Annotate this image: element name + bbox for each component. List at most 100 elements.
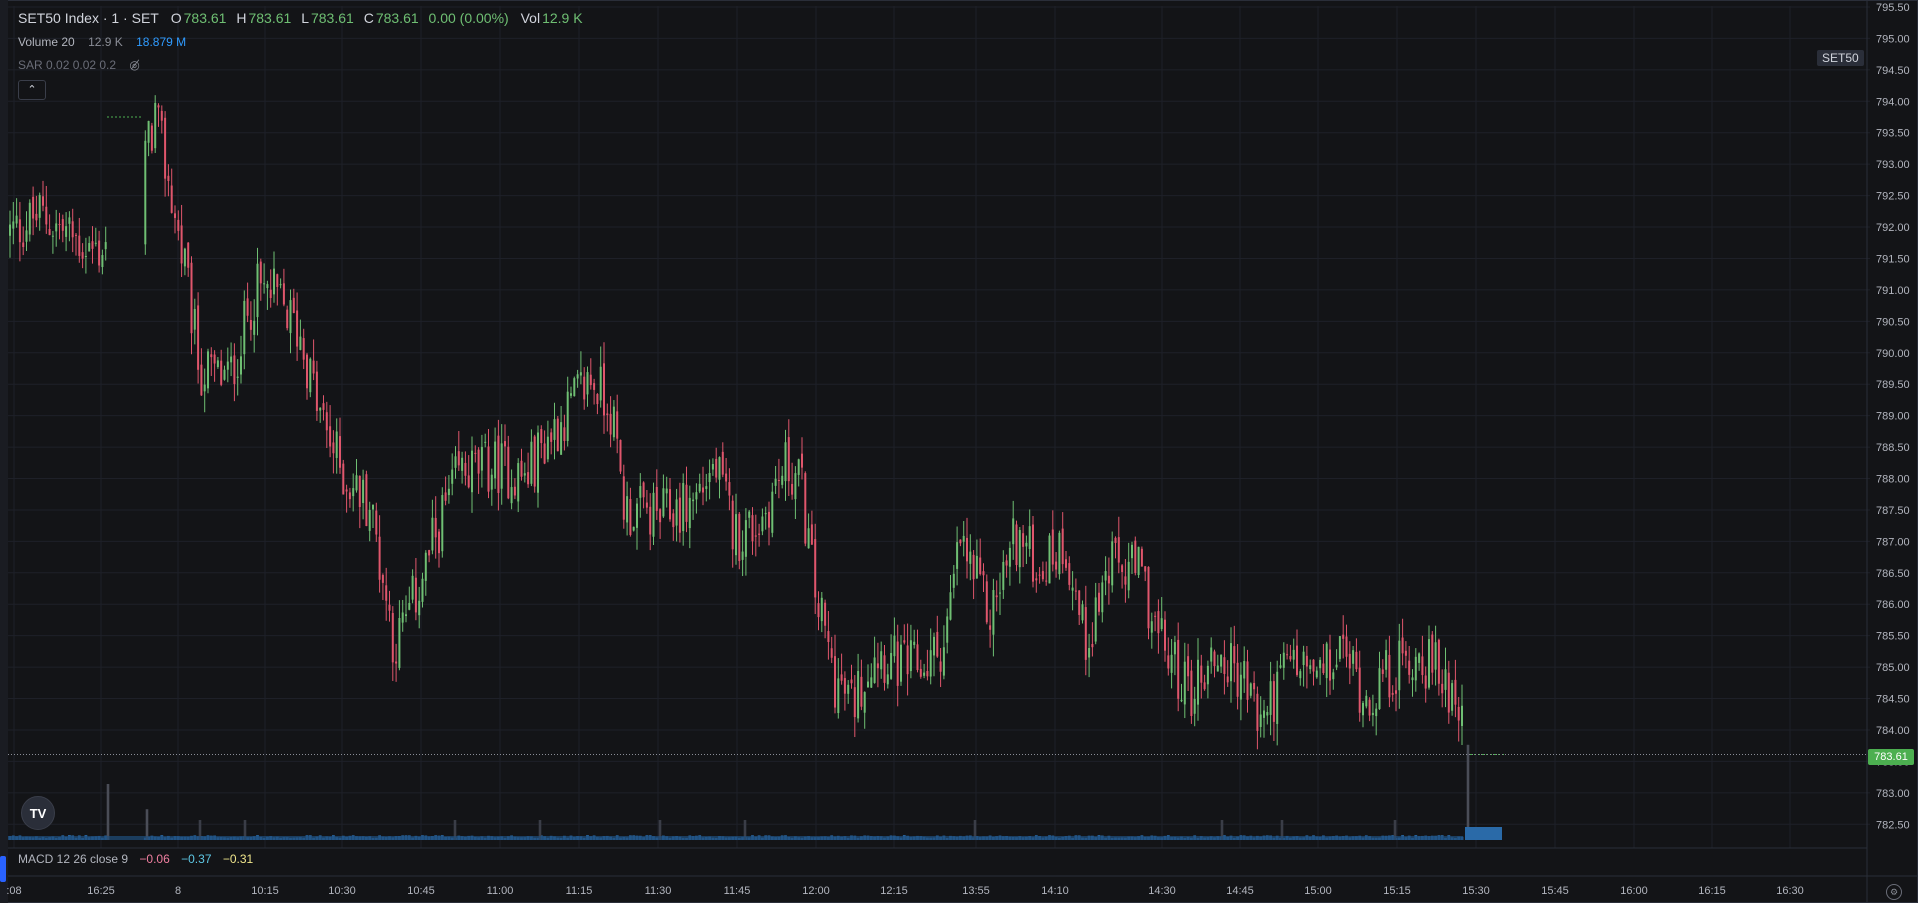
candle-body (850, 679, 853, 684)
candle-body (1411, 677, 1414, 681)
candle-body (612, 406, 615, 438)
candle-body (1167, 655, 1170, 669)
sar-legend[interactable]: SAR 0.02 0.02 0.2 ◎̸ (18, 58, 142, 72)
change-value: 0.00 (0.00%) (428, 10, 509, 26)
candle-body (1124, 576, 1127, 585)
candle-body (81, 252, 84, 259)
candle-body (1266, 712, 1269, 716)
grid (8, 6, 1870, 848)
candle-body (1164, 619, 1166, 651)
volume-legend[interactable]: Volume 20 12.9 K 18.879 M (18, 35, 188, 49)
candle-body (735, 514, 737, 556)
volume-sma-value: 18.879 M (136, 35, 187, 49)
collapse-legend-button[interactable]: ⌃ (18, 80, 46, 100)
candle-body (322, 403, 325, 410)
candle-body (480, 446, 483, 471)
candle-body (332, 442, 335, 454)
candle-body (45, 206, 48, 225)
candle-body (22, 242, 25, 248)
macd-legend[interactable]: MACD 12 26 close 9 −0.06 −0.37 −0.31 (18, 852, 255, 866)
candle-body (220, 360, 223, 385)
candle-body (1315, 670, 1318, 678)
candle-body (781, 475, 784, 485)
candle-body (1352, 650, 1355, 664)
y-tick-label: 795.50 (1876, 2, 1910, 14)
candle-body (540, 429, 543, 444)
candle-body (1434, 642, 1437, 670)
candle-body (1342, 634, 1345, 639)
candle-body (583, 376, 586, 400)
tradingview-logo-icon[interactable]: TV (21, 796, 55, 830)
candle-body (801, 453, 803, 468)
symbol-legend[interactable]: SET50 Index · 1 · SET O 783.61 H 783.61 L7… (18, 10, 585, 26)
candle-body (269, 289, 272, 298)
candle-body (438, 531, 440, 554)
candle-body (1461, 705, 1463, 726)
x-tick-label: 14:10 (1041, 885, 1069, 897)
candle-body (474, 452, 477, 454)
candles (9, 95, 1463, 750)
x-tick-label: 16:15 (1698, 885, 1726, 897)
candle-body (827, 631, 830, 642)
candle-body (665, 488, 668, 494)
candle-body (645, 502, 648, 508)
candle-body (500, 443, 503, 489)
candle-body (639, 486, 642, 498)
symbol-tag: SET50 (1817, 50, 1864, 66)
candle-body (408, 602, 411, 610)
high-value: 783.61 (248, 10, 292, 26)
candle-body (200, 364, 203, 396)
candle-body (431, 517, 434, 551)
y-tick-label: 792.50 (1876, 191, 1910, 203)
candle-body (1418, 653, 1421, 663)
candle-body (761, 516, 764, 532)
candle-body (543, 443, 546, 464)
candle-body (68, 217, 71, 224)
candle-body (1312, 659, 1315, 672)
candle-body (649, 506, 652, 535)
candle-body (510, 487, 513, 504)
settings-icon[interactable]: ⚙ (1886, 884, 1902, 900)
candle-body (207, 351, 209, 389)
symbol-title[interactable]: SET50 Index · 1 · SET (18, 10, 159, 26)
candle-body (1381, 669, 1384, 674)
chart-canvas[interactable]: 795.50 795.00 794.50 794.00 793.50 793.00 792.… (0, 0, 1918, 903)
candle-body (1345, 636, 1348, 657)
candle-body (718, 457, 721, 480)
candle-body (919, 668, 922, 677)
candle-body (150, 125, 153, 151)
candle-body (527, 472, 530, 485)
candle-body (1305, 655, 1308, 667)
candle-body (1408, 660, 1411, 675)
candle-body (444, 492, 447, 501)
candle-body (1187, 656, 1190, 677)
candle-body (794, 473, 797, 500)
candle-body (1259, 714, 1262, 727)
eye-off-icon[interactable]: ◎̸ (129, 58, 139, 72)
candle-body (616, 411, 619, 439)
candle-body (1117, 537, 1120, 563)
candle-body (705, 486, 708, 489)
candle-body (692, 499, 695, 502)
candle-body (1279, 665, 1282, 668)
macd-value: −0.06 (139, 852, 170, 866)
candle-body (187, 242, 190, 268)
candle-body (989, 625, 992, 630)
macd-hist-value: −0.31 (222, 852, 254, 866)
x-tick-label: 11:00 (487, 885, 514, 897)
candle-body (1107, 575, 1110, 584)
candle-body (1375, 708, 1378, 717)
candle-body (378, 536, 381, 580)
candle-body (728, 482, 731, 496)
candle-body (418, 600, 421, 616)
candle-body (249, 320, 252, 330)
candle-body (744, 520, 747, 557)
candle-body (339, 436, 341, 468)
candle-body (1008, 547, 1011, 567)
candle-body (589, 374, 592, 386)
candle-body (266, 284, 269, 289)
candle-body (25, 230, 28, 242)
candle-body (48, 229, 51, 236)
candle-body (797, 459, 800, 475)
last-price-tag: 783.61 (1868, 749, 1914, 765)
